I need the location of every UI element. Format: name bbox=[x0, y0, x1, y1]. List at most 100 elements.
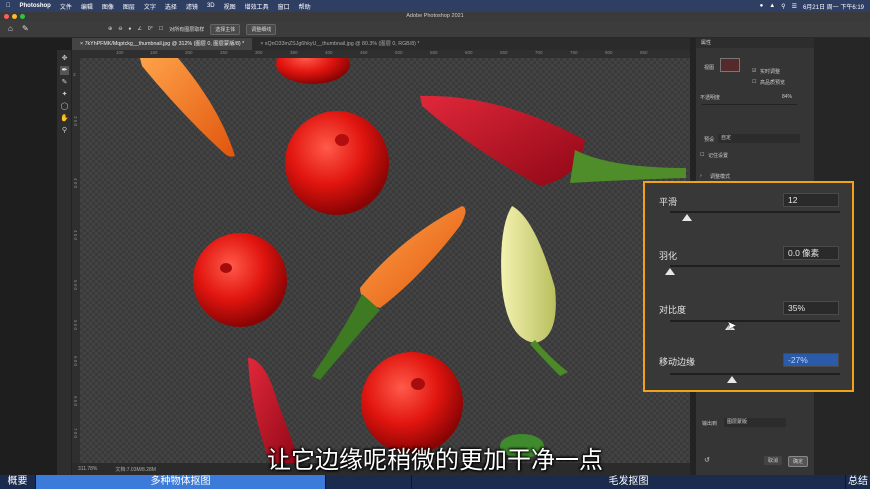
menu-app-name[interactable]: Photoshop bbox=[20, 3, 51, 9]
ruler-tick: 600 bbox=[465, 50, 473, 55]
realtime-checkbox[interactable]: ☑ bbox=[752, 68, 756, 74]
menu-image[interactable]: 图像 bbox=[102, 2, 114, 11]
shift-edge-slider-thumb[interactable] bbox=[727, 376, 738, 383]
ruler-tick: 7 0 0 bbox=[73, 428, 78, 439]
smooth-value[interactable]: 12 bbox=[783, 193, 839, 207]
chapter-multi-object[interactable]: 多种物体抠图 bbox=[36, 475, 326, 489]
sample-all-checkbox[interactable]: ☐ bbox=[159, 26, 163, 32]
menu-select[interactable]: 选择 bbox=[165, 2, 177, 11]
sample-all-label: 对所有图层取样 bbox=[169, 26, 205, 33]
ruler-tick: 800 bbox=[605, 50, 613, 55]
document-tabs: × 7kYhPFMK/Mqptckg__thumbnail.jpg @ 312%… bbox=[72, 38, 690, 50]
video-subtitle: 让它边缘呢稍微的更加干净一点 bbox=[267, 446, 603, 474]
brush-subtract-icon[interactable]: ⊖ bbox=[118, 26, 122, 32]
document-canvas[interactable] bbox=[80, 58, 690, 463]
menu-layer[interactable]: 图层 bbox=[123, 2, 135, 11]
smooth-slider-thumb[interactable] bbox=[682, 214, 692, 221]
control-center-icon[interactable]: ☰ bbox=[792, 3, 797, 10]
wifi-icon[interactable]: ▲ bbox=[769, 3, 775, 9]
ruler-tick: 100 bbox=[116, 50, 124, 55]
contrast-value[interactable]: 35% bbox=[783, 301, 839, 315]
clock[interactable]: 6月21日 周一 下午6:19 bbox=[803, 2, 864, 11]
high-quality-label: 高品质预览 bbox=[760, 80, 786, 86]
feather-slider-thumb[interactable] bbox=[665, 268, 675, 275]
ruler-tick: 3 5 0 bbox=[73, 116, 78, 127]
home-icon[interactable]: ⌂ bbox=[8, 24, 13, 33]
horizontal-ruler: 100 150 200 250 300 350 400 450 500 550 … bbox=[72, 50, 690, 58]
tab-document-2[interactable]: × xQnO33mZSJg6hkyU__thumbnail.jpg @ 80.3… bbox=[252, 38, 427, 50]
orange-pepper-top bbox=[140, 58, 235, 157]
smooth-label: 平滑 bbox=[659, 197, 678, 207]
zoom-tool-icon[interactable]: ⚲ bbox=[60, 126, 69, 135]
angle-value[interactable]: 0° bbox=[148, 26, 153, 32]
close-window-icon[interactable] bbox=[4, 14, 9, 19]
shift-edge-value[interactable]: -27% bbox=[783, 353, 839, 367]
ruler-tick: 6 0 0 bbox=[73, 356, 78, 367]
ruler-tick: 750 bbox=[570, 50, 578, 55]
view-thumbnail[interactable] bbox=[720, 58, 740, 72]
refine-brush-tool-icon[interactable]: ✒ bbox=[60, 66, 69, 75]
feather-value[interactable]: 0.0 像素 bbox=[783, 246, 839, 260]
apple-icon[interactable]:  bbox=[6, 3, 11, 9]
tomato-bottom bbox=[361, 352, 463, 454]
refine-hair-button[interactable]: 调整细线 bbox=[246, 23, 277, 35]
adjust-mode-chevron-icon[interactable]: › bbox=[700, 173, 702, 179]
preset-select[interactable]: 自定 bbox=[718, 134, 800, 143]
red-pepper-right bbox=[420, 95, 585, 186]
ruler-tick: 850 bbox=[640, 50, 648, 55]
chapter-overview[interactable]: 概要 bbox=[0, 475, 36, 489]
options-bar: ⌂ ✎ ⊕ ⊖ ● ∠ 0° ☐ 对所有图层取样 选择主体 调整细线 bbox=[0, 21, 870, 38]
menu-3d[interactable]: 3D bbox=[207, 3, 215, 9]
remember-checkbox[interactable]: ☐ bbox=[700, 152, 704, 158]
high-quality-checkbox[interactable]: ☐ bbox=[752, 79, 756, 85]
menu-view[interactable]: 视图 bbox=[224, 2, 236, 11]
adjust-mode-label[interactable]: 调整模式 bbox=[710, 173, 730, 180]
yellow-pepper bbox=[501, 206, 556, 343]
brush-size-icon[interactable]: ● bbox=[128, 26, 131, 32]
lasso-tool-icon[interactable]: ◯ bbox=[60, 102, 69, 111]
zoom-window-icon[interactable] bbox=[20, 14, 25, 19]
search-icon[interactable]: ⚲ bbox=[781, 3, 785, 10]
brush-tool-icon[interactable]: ✎ bbox=[60, 78, 69, 87]
tab-label: 7kYhPFMK/Mqptckg__thumbnail.jpg @ 312% (… bbox=[84, 41, 245, 47]
select-subject-button[interactable]: 选择主体 bbox=[210, 23, 241, 35]
menu-edit[interactable]: 编辑 bbox=[81, 2, 93, 11]
feather-label: 羽化 bbox=[659, 251, 678, 261]
feather-slider[interactable] bbox=[670, 265, 840, 267]
menu-filter[interactable]: 滤镜 bbox=[186, 2, 198, 11]
tab-document-1[interactable]: × 7kYhPFMK/Mqptckg__thumbnail.jpg @ 312%… bbox=[72, 38, 253, 50]
opacity-slider[interactable] bbox=[702, 104, 797, 105]
menu-plugins[interactable]: 增效工具 bbox=[245, 2, 269, 11]
magic-wand-icon[interactable]: ✦ bbox=[60, 90, 69, 99]
ruler-tick: 300 bbox=[255, 50, 263, 55]
brush-tool-icon[interactable]: ✎ bbox=[22, 24, 29, 33]
ruler-tick: 700 bbox=[535, 50, 543, 55]
mac-menubar:  Photoshop 文件 编辑 图像 图层 文字 选择 滤镜 3D 视图 增… bbox=[0, 0, 870, 12]
output-label: 输出到 bbox=[702, 421, 718, 427]
menu-help[interactable]: 帮助 bbox=[299, 2, 311, 11]
menu-window[interactable]: 窗口 bbox=[278, 2, 290, 11]
ruler-tick: 400 bbox=[325, 50, 333, 55]
menu-type[interactable]: 文字 bbox=[144, 2, 156, 11]
opacity-value[interactable]: 84% bbox=[782, 94, 792, 100]
chapter-blank[interactable] bbox=[326, 475, 412, 489]
output-select[interactable]: 图层蒙版 bbox=[724, 418, 786, 427]
brush-add-icon[interactable]: ⊕ bbox=[108, 26, 112, 32]
hand-tool-icon[interactable]: ✋ bbox=[60, 114, 69, 123]
chapter-summary[interactable]: 总结 bbox=[846, 475, 870, 489]
chapter-hair[interactable]: 毛发抠图 bbox=[412, 475, 846, 489]
smooth-slider[interactable] bbox=[670, 211, 840, 213]
minimize-window-icon[interactable] bbox=[12, 14, 17, 19]
user-icon[interactable]: ● bbox=[760, 3, 764, 9]
ruler-tick: 5 0 0 bbox=[73, 280, 78, 291]
move-tool-icon[interactable]: ✥ bbox=[60, 54, 69, 63]
view-label: 视图 bbox=[704, 65, 715, 71]
ruler-tick: 500 bbox=[395, 50, 403, 55]
contrast-slider[interactable] bbox=[670, 320, 840, 322]
shift-edge-slider[interactable] bbox=[670, 373, 840, 375]
menu-file[interactable]: 文件 bbox=[60, 2, 72, 11]
realtime-label: 实时调整 bbox=[760, 69, 781, 75]
angle-icon: ∠ bbox=[137, 26, 142, 32]
tools-panel: ✥ ✒ ✎ ✦ ◯ ✋ ⚲ bbox=[57, 50, 72, 475]
ruler-tick: 650 bbox=[500, 50, 508, 55]
